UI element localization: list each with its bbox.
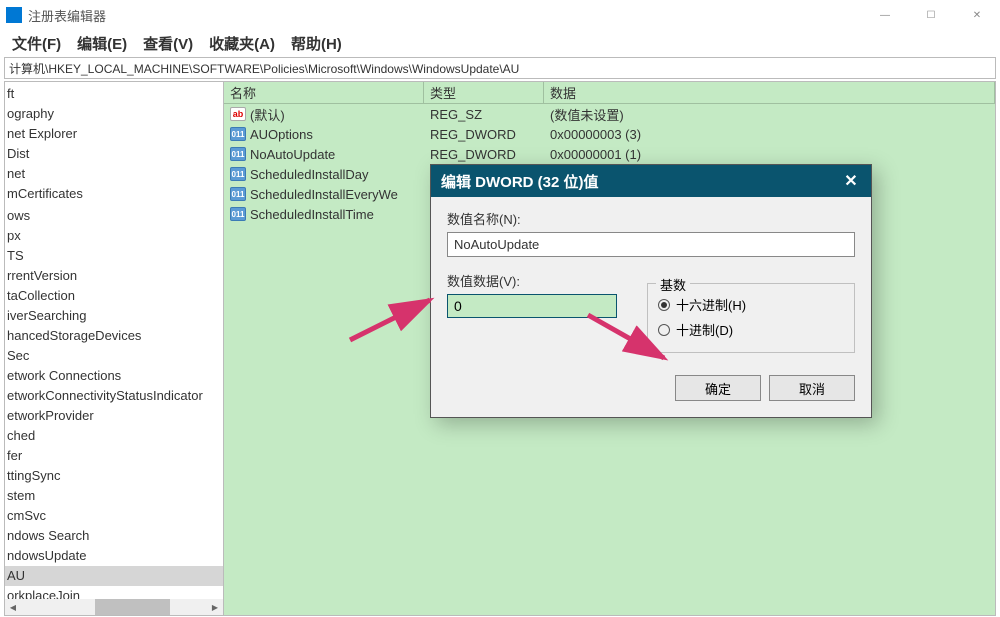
scroll-right-icon[interactable]: ▶ [207, 599, 223, 615]
tree-item[interactable]: net Explorer [5, 124, 223, 144]
tree-item[interactable]: fer [5, 446, 223, 466]
tree-item[interactable]: ography [5, 104, 223, 124]
radio-hex[interactable]: 十六进制(H) [658, 292, 844, 317]
tree-item[interactable]: hancedStorageDevices [5, 326, 223, 346]
edit-dword-dialog: 编辑 DWORD (32 位)值 ✕ 数值名称(N): NoAutoUpdate… [430, 164, 872, 418]
tree-h-scrollbar[interactable]: ◀ ▶ [5, 599, 223, 615]
tree-item[interactable]: ched [5, 426, 223, 446]
close-button[interactable]: ✕ [954, 0, 1000, 30]
tree-item[interactable]: net [5, 164, 223, 184]
menu-edit[interactable]: 编辑(E) [69, 31, 135, 56]
tree-item[interactable]: rrentVersion [5, 266, 223, 286]
col-type[interactable]: 类型 [424, 81, 544, 104]
col-data[interactable]: 数据 [544, 81, 995, 104]
dialog-title: 编辑 DWORD (32 位)值 [441, 171, 599, 192]
tree-item[interactable]: ndowsUpdate [5, 546, 223, 566]
col-name[interactable]: 名称 [224, 81, 424, 104]
tree-item[interactable]: etworkProvider [5, 406, 223, 426]
radio-dec[interactable]: 十进制(D) [658, 317, 844, 342]
tree-item[interactable]: stem [5, 486, 223, 506]
tree-item[interactable]: ft [5, 84, 223, 104]
cancel-button[interactable]: 取消 [769, 375, 855, 401]
dword-value-icon: 011 [230, 187, 246, 201]
app-icon [6, 7, 22, 23]
minimize-button[interactable]: — [862, 0, 908, 30]
string-value-icon: ab [230, 107, 246, 121]
list-row[interactable]: ab(默认)REG_SZ(数值未设置) [224, 104, 995, 124]
tree-item[interactable]: cmSvc [5, 506, 223, 526]
dword-value-icon: 011 [230, 147, 246, 161]
dialog-close-button[interactable]: ✕ [841, 171, 861, 191]
tree-item[interactable]: TS [5, 246, 223, 266]
value-name-field[interactable]: NoAutoUpdate [447, 232, 855, 257]
ok-button[interactable]: 确定 [675, 375, 761, 401]
value-data-input[interactable] [447, 294, 617, 318]
window-title: 注册表编辑器 [28, 6, 862, 25]
tree-item[interactable]: taCollection [5, 286, 223, 306]
dword-value-icon: 011 [230, 207, 246, 221]
value-data-label: 数值数据(V): [447, 271, 627, 290]
base-group: 基数 十六进制(H) 十进制(D) [647, 283, 855, 353]
title-bar: 注册表编辑器 — ☐ ✕ [0, 0, 1000, 30]
tree-item[interactable]: AU [5, 566, 223, 586]
address-bar[interactable]: 计算机\HKEY_LOCAL_MACHINE\SOFTWARE\Policies… [4, 57, 996, 79]
base-legend: 基数 [656, 275, 690, 294]
tree-item[interactable]: ttingSync [5, 466, 223, 486]
radio-dec-icon [658, 324, 670, 336]
menu-view[interactable]: 查看(V) [135, 31, 201, 56]
tree-item[interactable]: etworkConnectivityStatusIndicator [5, 386, 223, 406]
window-controls: — ☐ ✕ [862, 0, 1000, 30]
list-row[interactable]: 011AUOptionsREG_DWORD0x00000003 (3) [224, 124, 995, 144]
value-name-label: 数值名称(N): [447, 209, 855, 228]
tree-item[interactable]: ows [5, 206, 223, 226]
tree-item[interactable]: Sec [5, 346, 223, 366]
dialog-title-bar[interactable]: 编辑 DWORD (32 位)值 ✕ [431, 165, 871, 197]
menu-favorites[interactable]: 收藏夹(A) [201, 31, 283, 56]
radio-hex-icon [658, 299, 670, 311]
menu-help[interactable]: 帮助(H) [283, 31, 350, 56]
tree-item[interactable]: px [5, 226, 223, 246]
list-header: 名称 类型 数据 [224, 82, 995, 104]
scroll-left-icon[interactable]: ◀ [5, 599, 21, 615]
maximize-button[interactable]: ☐ [908, 0, 954, 30]
tree-item[interactable]: etwork Connections [5, 366, 223, 386]
tree-item[interactable]: mCertificates [5, 184, 223, 204]
list-row[interactable]: 011NoAutoUpdateREG_DWORD0x00000001 (1) [224, 144, 995, 164]
dword-value-icon: 011 [230, 127, 246, 141]
tree-item[interactable]: iverSearching [5, 306, 223, 326]
menu-bar: 文件(F) 编辑(E) 查看(V) 收藏夹(A) 帮助(H) [0, 30, 1000, 56]
dword-value-icon: 011 [230, 167, 246, 181]
tree-pane[interactable]: ftographynet ExplorerDistnetmCertificate… [4, 81, 224, 616]
menu-file[interactable]: 文件(F) [4, 31, 69, 56]
tree-item[interactable]: ndows Search [5, 526, 223, 546]
tree-item[interactable]: Dist [5, 144, 223, 164]
